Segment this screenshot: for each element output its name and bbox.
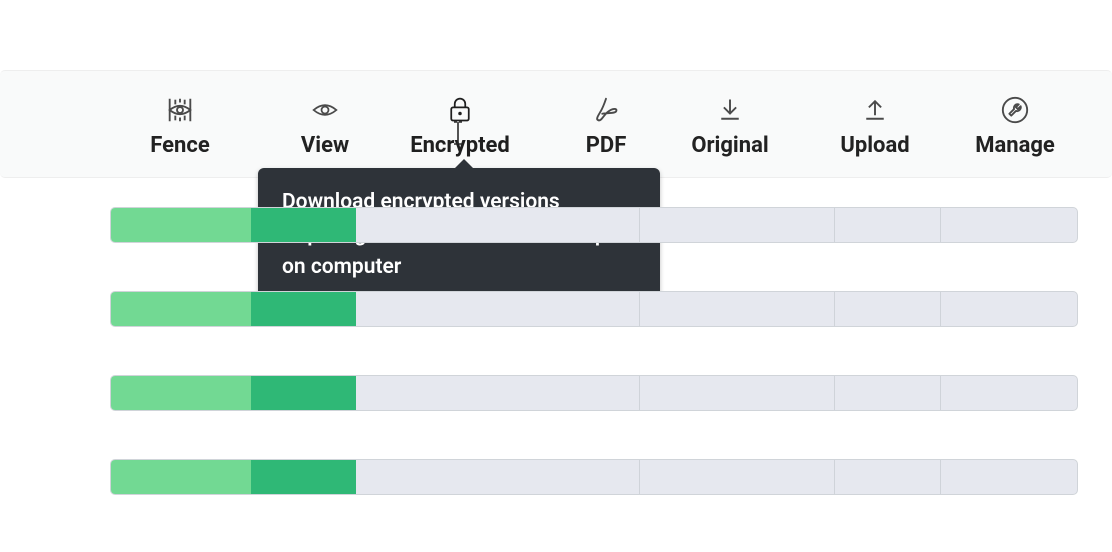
fence-button[interactable]: Fence: [120, 71, 240, 179]
progress-row: [110, 207, 1078, 243]
toolbar-label: Manage: [975, 133, 1055, 158]
row-divider: [639, 460, 640, 494]
pdf-icon: [589, 93, 623, 127]
row-divider: [834, 376, 835, 410]
upload-button[interactable]: Upload: [810, 71, 940, 179]
toolbar-label: Fence: [150, 133, 209, 158]
view-button[interactable]: View: [270, 71, 380, 179]
segment-light-green: [111, 460, 251, 494]
segment-dark-green: [251, 376, 356, 410]
segment-empty: [356, 292, 1077, 326]
row-divider: [639, 376, 640, 410]
progress-rows: [110, 207, 1078, 543]
toolbar-label: Encrypted: [410, 133, 510, 158]
manage-button[interactable]: Manage: [950, 71, 1080, 179]
row-divider: [639, 292, 640, 326]
segment-dark-green: [251, 460, 356, 494]
progress-row: [110, 459, 1078, 495]
upload-icon: [858, 93, 892, 127]
eye-icon: [308, 93, 342, 127]
download-icon: [713, 93, 747, 127]
segment-empty: [356, 460, 1077, 494]
row-divider: [940, 292, 941, 326]
row-divider: [834, 292, 835, 326]
fence-eye-icon: [163, 93, 197, 127]
original-button[interactable]: Original: [660, 71, 800, 179]
segment-dark-green: [251, 208, 356, 242]
toolbar-label: PDF: [586, 133, 627, 158]
row-divider: [639, 208, 640, 242]
row-divider: [834, 460, 835, 494]
progress-row: [110, 291, 1078, 327]
segment-empty: [356, 376, 1077, 410]
wrench-circle-icon: [998, 93, 1032, 127]
row-divider: [940, 460, 941, 494]
progress-row: [110, 375, 1078, 411]
toolbar-label: Original: [691, 133, 768, 158]
toolbar-label: View: [301, 133, 349, 158]
lock-icon: [443, 93, 477, 127]
pdf-button[interactable]: PDF: [556, 71, 656, 179]
segment-light-green: [111, 376, 251, 410]
segment-dark-green: [251, 292, 356, 326]
segment-light-green: [111, 208, 251, 242]
segment-light-green: [111, 292, 251, 326]
row-divider: [940, 376, 941, 410]
toolbar: Fence View Encrypted: [0, 70, 1112, 178]
row-divider: [834, 208, 835, 242]
row-divider: [940, 208, 941, 242]
toolbar-label: Upload: [840, 133, 909, 158]
segment-empty: [356, 208, 1077, 242]
